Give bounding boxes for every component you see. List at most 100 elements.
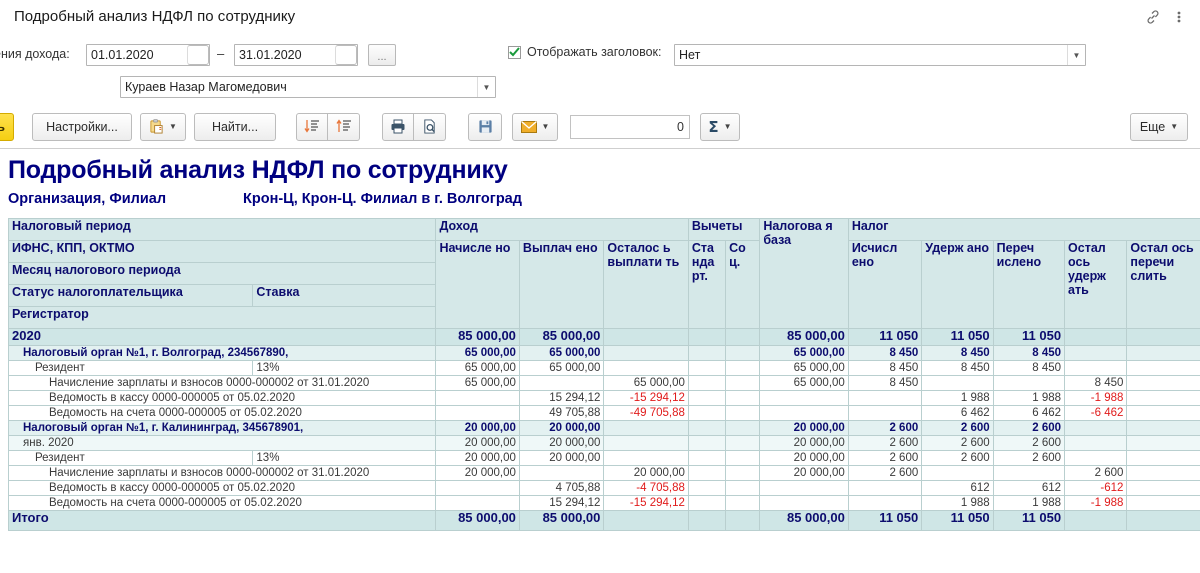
sum-value-field[interactable]: 0 bbox=[570, 114, 690, 139]
print-preview-button[interactable] bbox=[414, 112, 446, 141]
cell-value: 49 705,88 bbox=[518, 405, 605, 421]
cell-value bbox=[847, 480, 923, 496]
cell-value: 85 000,00 bbox=[435, 328, 520, 346]
cell-value: 11 050 bbox=[992, 510, 1066, 531]
cell-value bbox=[1126, 510, 1200, 531]
cell-value: 2 600 bbox=[847, 465, 923, 481]
cell-value: 15 294,12 bbox=[518, 495, 605, 511]
cell-value: -612 bbox=[1064, 480, 1128, 496]
more-vertical-icon[interactable] bbox=[1166, 4, 1192, 30]
table-row[interactable]: Начисление зарплаты и взносов 0000-00000… bbox=[7, 375, 1200, 391]
table-row[interactable]: Начисление зарплаты и взносов 0000-00000… bbox=[7, 465, 1200, 481]
cell-value: 20 000,00 bbox=[759, 435, 849, 451]
printer-icon bbox=[391, 119, 405, 134]
mail-button[interactable]: ▼ bbox=[512, 112, 558, 141]
cell-value: 6 462 bbox=[992, 405, 1066, 421]
row-rate: 13% bbox=[252, 450, 437, 466]
calendar-icon[interactable] bbox=[335, 45, 357, 65]
cell-value: 20 000,00 bbox=[435, 450, 520, 466]
chevron-down-icon[interactable]: ▼ bbox=[1170, 122, 1178, 131]
table-row[interactable]: Ведомость на счета 0000-000005 от 05.02.… bbox=[7, 405, 1200, 421]
cell-value: 20 000,00 bbox=[759, 465, 849, 481]
chevron-down-icon[interactable]: ▼ bbox=[1067, 45, 1085, 65]
table-row[interactable]: Резидент 13% 20 000,00 20 000,00 20 000,00 2 … bbox=[7, 450, 1200, 466]
chevron-down-icon[interactable]: ▼ bbox=[477, 77, 495, 97]
cell-value bbox=[603, 420, 689, 436]
cell-value: -49 705,88 bbox=[603, 405, 689, 421]
cell-value: 11 050 bbox=[992, 328, 1066, 346]
chevron-down-icon[interactable]: ▼ bbox=[169, 122, 177, 131]
cell-value: 8 450 bbox=[1064, 375, 1128, 391]
cell-value: -1 988 bbox=[1064, 495, 1128, 511]
table-row[interactable]: Ведомость в кассу 0000-000005 от 05.02.2… bbox=[7, 390, 1200, 406]
show-header-group: Отображать заголовок: bbox=[508, 45, 662, 59]
table-row[interactable]: Ведомость в кассу 0000-000005 от 05.02.2… bbox=[7, 480, 1200, 496]
cell-value bbox=[687, 360, 727, 376]
cell-value: 4 705,88 bbox=[518, 480, 605, 496]
cell-value: 8 450 bbox=[921, 360, 994, 376]
employee-combo[interactable]: Кураев Назар Магомедович ▼ bbox=[120, 76, 496, 98]
sum-button[interactable]: Σ ▼ bbox=[700, 112, 740, 141]
print-button[interactable] bbox=[382, 112, 414, 141]
cell-value: -4 705,88 bbox=[603, 480, 689, 496]
cell-value bbox=[759, 495, 849, 511]
cell-value bbox=[725, 435, 761, 451]
header-value-combo[interactable]: Нет ▼ bbox=[674, 44, 1086, 66]
row-label: Начисление зарплаты и взносов 0000-00000… bbox=[7, 465, 437, 481]
cell-value: 85 000,00 bbox=[435, 510, 520, 531]
cell-value bbox=[518, 375, 605, 391]
cell-value bbox=[687, 495, 727, 511]
cell-value: 20 000,00 bbox=[518, 420, 605, 436]
row-label: Ведомость на счета 0000-000005 от 05.02.… bbox=[7, 405, 437, 421]
more-label: Еще bbox=[1139, 119, 1166, 134]
date-to-field[interactable]: 31.01.2020 bbox=[234, 44, 358, 66]
chevron-down-icon[interactable]: ▼ bbox=[542, 122, 550, 131]
sort-descending-button[interactable] bbox=[296, 112, 328, 141]
table-row[interactable]: янв. 2020 20 000,00 20 000,00 20 000,00 2 60… bbox=[7, 435, 1200, 451]
cell-value bbox=[725, 465, 761, 481]
hdr-col-calculated: Исчисл ено bbox=[847, 240, 923, 329]
cell-value: 11 050 bbox=[847, 510, 923, 531]
command-bar: ь Настройки... ▼ Найти... ▼ 0 Σ ▼ Еще ▼ bbox=[0, 105, 1200, 149]
table-row[interactable]: Налоговый орган №1, г. Волгоград, 234567… bbox=[7, 345, 1200, 361]
hdr-col-left-to-withhold: Остал ось удерж ать bbox=[1064, 240, 1128, 329]
table-row[interactable]: Итого 85 000,00 85 000,00 85 000,00 11 050 11… bbox=[7, 510, 1200, 531]
table-row[interactable]: Ведомость на счета 0000-000005 от 05.02.… bbox=[7, 495, 1200, 511]
hdr-month: Месяц налогового периода bbox=[7, 262, 437, 285]
more-button[interactable]: Еще ▼ bbox=[1130, 112, 1188, 141]
sort-descending-icon bbox=[304, 120, 319, 133]
settings-button[interactable]: Настройки... bbox=[32, 112, 132, 141]
cell-value: 8 450 bbox=[847, 360, 923, 376]
table-row[interactable]: 2020 85 000,00 85 000,00 85 000,00 11 050 11 … bbox=[7, 328, 1200, 346]
row-label: Налоговый орган №1, г. Волгоград, 234567… bbox=[7, 345, 437, 361]
chevron-down-icon[interactable]: ▼ bbox=[724, 122, 732, 131]
table-row[interactable]: Налоговый орган №1, г. Калининград, 3456… bbox=[7, 420, 1200, 436]
clipboard-button[interactable]: ▼ bbox=[140, 112, 186, 141]
highlight-button[interactable]: ь bbox=[0, 112, 14, 141]
cell-value: 2 600 bbox=[992, 450, 1066, 466]
cell-value bbox=[725, 375, 761, 391]
cell-value bbox=[725, 495, 761, 511]
show-header-checkbox[interactable] bbox=[508, 45, 521, 59]
period-select-button[interactable]: ... bbox=[368, 44, 396, 66]
date-from-value: 01.01.2020 bbox=[91, 48, 154, 62]
cell-value bbox=[1126, 328, 1200, 346]
save-button[interactable] bbox=[468, 112, 502, 141]
find-button[interactable]: Найти... bbox=[194, 112, 276, 141]
link-icon[interactable] bbox=[1140, 4, 1166, 30]
cell-value: 2 600 bbox=[992, 420, 1066, 436]
sort-ascending-button[interactable] bbox=[328, 112, 360, 141]
header-value: Нет bbox=[679, 48, 701, 62]
cell-value: 612 bbox=[992, 480, 1066, 496]
date-from-field[interactable]: 01.01.2020 bbox=[86, 44, 210, 66]
cell-value bbox=[435, 480, 520, 496]
hdr-status: Статус налогоплательщика bbox=[7, 284, 254, 307]
calendar-icon[interactable] bbox=[187, 45, 209, 65]
cell-value: -6 462 bbox=[1064, 405, 1128, 421]
table-row[interactable]: Резидент 13% 65 000,00 65 000,00 65 000,00 8 … bbox=[7, 360, 1200, 376]
row-label: Ведомость в кассу 0000-000005 от 05.02.2… bbox=[7, 390, 437, 406]
cell-value: 6 462 bbox=[921, 405, 994, 421]
hdr-group-income: Доход bbox=[435, 218, 689, 241]
cell-value: -15 294,12 bbox=[603, 495, 689, 511]
cell-value: 8 450 bbox=[992, 360, 1066, 376]
